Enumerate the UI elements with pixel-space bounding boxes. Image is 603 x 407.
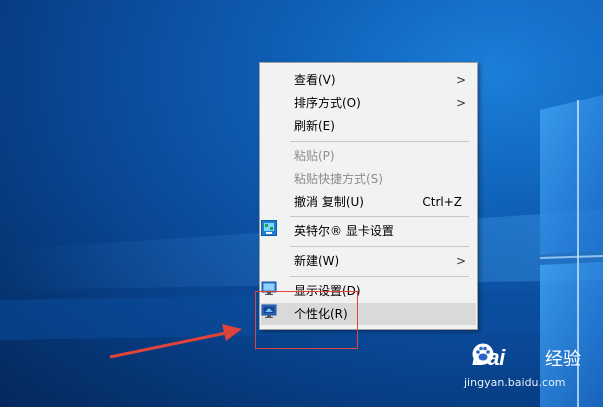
menu-item-label: 撤消 复制(U) (294, 195, 364, 209)
desktop-background[interactable]: 查看(V) > 排序方式(O) > 刷新(E) 粘贴(P) 粘贴快捷方式(S) … (0, 0, 603, 407)
menu-item-label: 粘贴(P) (294, 149, 335, 163)
menu-item-label: 英特尔® 显卡设置 (294, 224, 394, 238)
watermark-url: jingyan.baidu.com (464, 376, 566, 389)
menu-item-label: 刷新(E) (294, 119, 335, 133)
menu-item-intel-graphics-settings[interactable]: 英特尔® 显卡设置 (261, 220, 476, 242)
menu-item-sort-by[interactable]: 排序方式(O) > (261, 92, 476, 114)
desktop-context-menu: 查看(V) > 排序方式(O) > 刷新(E) 粘贴(P) 粘贴快捷方式(S) … (259, 62, 478, 330)
menu-separator (290, 246, 469, 247)
menu-item-refresh[interactable]: 刷新(E) (261, 115, 476, 137)
menu-item-undo-copy[interactable]: 撤消 复制(U) Ctrl+Z (261, 191, 476, 213)
chevron-right-icon: > (455, 254, 466, 268)
menu-item-paste-shortcut: 粘贴快捷方式(S) (261, 168, 476, 190)
menu-separator (290, 216, 469, 217)
menu-item-label: 查看(V) (294, 73, 336, 87)
menu-item-shortcut: Ctrl+Z (422, 195, 462, 209)
baidu-paw-icon (472, 343, 494, 365)
watermark-brand-cn: 经验 (545, 349, 581, 370)
intel-graphics-icon (261, 220, 277, 236)
menu-item-new[interactable]: 新建(W) > (261, 250, 476, 272)
baidu-jingyan-watermark: Bai 经验 jingyan.baidu.com (464, 343, 600, 403)
chevron-right-icon: > (455, 96, 466, 110)
menu-item-label: 排序方式(O) (294, 96, 361, 110)
menu-separator (290, 141, 469, 142)
chevron-right-icon: > (455, 73, 466, 87)
menu-item-view[interactable]: 查看(V) > (261, 69, 476, 91)
menu-separator (290, 276, 469, 277)
annotation-highlight-box (255, 291, 358, 349)
menu-item-paste: 粘贴(P) (261, 145, 476, 167)
menu-item-label: 粘贴快捷方式(S) (294, 172, 383, 186)
menu-item-label: 新建(W) (294, 254, 340, 268)
